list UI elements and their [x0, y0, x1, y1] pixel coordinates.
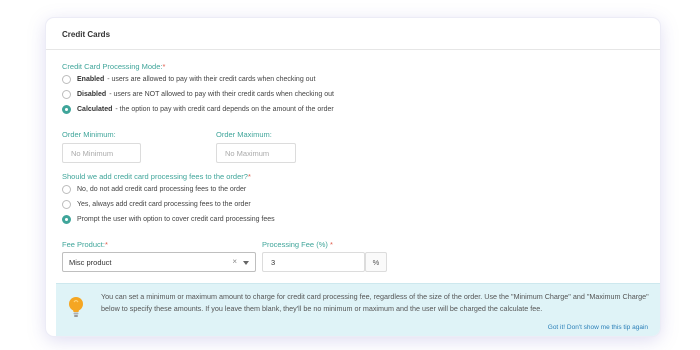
mode-option-enabled[interactable]: Enabled - users are allowed to pay with …	[62, 74, 315, 85]
fees-option-prompt[interactable]: Prompt the user with option to cover cre…	[62, 214, 275, 225]
fees-question-label: Should we add credit card processing fee…	[62, 172, 251, 181]
processing-fee-input[interactable]: 3	[262, 252, 365, 272]
fees-question-text: Should we add credit card processing fee…	[62, 172, 248, 181]
tip-banner: You can set a minimum or maximum amount …	[56, 283, 660, 336]
dismiss-tip-link[interactable]: Got it! Don't show me this tip again	[548, 324, 648, 331]
option-text: Yes, always add credit card processing f…	[77, 201, 251, 208]
tip-text: You can set a minimum or maximum amount …	[101, 292, 649, 313]
fees-option-yes[interactable]: Yes, always add credit card processing f…	[62, 199, 251, 210]
fee-product-label: Fee Product:*	[62, 240, 108, 249]
order-minimum-label: Order Minimum:	[62, 130, 116, 139]
option-text: Prompt the user with option to cover cre…	[77, 216, 275, 223]
required-marker: *	[162, 62, 166, 71]
option-text: No, do not add credit card processing fe…	[77, 186, 247, 193]
required-marker: *	[329, 240, 333, 249]
fee-product-select[interactable]: Misc product ×	[62, 252, 256, 272]
panel-title: Credit Cards	[62, 30, 111, 39]
chevron-down-icon[interactable]	[243, 261, 249, 265]
clear-icon[interactable]: ×	[232, 257, 237, 266]
radio-calculated[interactable]	[62, 105, 71, 114]
required-marker: *	[247, 172, 251, 181]
processing-mode-label-text: Credit Card Processing Mode:	[62, 62, 163, 71]
option-desc: - users are NOT allowed to pay with thei…	[109, 91, 334, 98]
radio-fees-prompt[interactable]	[62, 215, 71, 224]
processing-fee-label: Processing Fee (%) *	[262, 240, 333, 249]
processing-mode-label: Credit Card Processing Mode:*	[62, 62, 165, 71]
radio-fees-yes[interactable]	[62, 200, 71, 209]
option-name: Disabled	[77, 91, 107, 98]
page: Credit Cards Credit Card Processing Mode…	[0, 0, 700, 350]
fee-product-value: Misc product	[69, 258, 112, 267]
radio-disabled[interactable]	[62, 90, 71, 99]
order-minimum-input[interactable]: No Minimum	[62, 143, 141, 163]
required-marker: *	[104, 240, 108, 249]
radio-enabled[interactable]	[62, 75, 71, 84]
option-name: Enabled	[77, 76, 105, 83]
mode-option-calculated[interactable]: Calculated - the option to pay with cred…	[62, 104, 334, 115]
option-desc: - the option to pay with credit card dep…	[115, 106, 334, 113]
processing-fee-label-text: Processing Fee (%)	[262, 240, 330, 249]
radio-fees-no[interactable]	[62, 185, 71, 194]
mode-option-disabled[interactable]: Disabled - users are NOT allowed to pay …	[62, 89, 334, 100]
order-maximum-input[interactable]: No Maximum	[216, 143, 296, 163]
option-name: Calculated	[77, 106, 113, 113]
percent-addon: %	[365, 252, 387, 272]
fees-option-no[interactable]: No, do not add credit card processing fe…	[62, 184, 246, 195]
fee-product-label-text: Fee Product:	[62, 240, 105, 249]
option-desc: - users are allowed to pay with their cr…	[107, 76, 316, 83]
credit-cards-panel: Credit Cards Credit Card Processing Mode…	[46, 18, 660, 336]
lightbulb-icon	[69, 297, 83, 317]
order-maximum-label: Order Maximum:	[216, 130, 272, 139]
panel-header: Credit Cards	[46, 18, 660, 50]
